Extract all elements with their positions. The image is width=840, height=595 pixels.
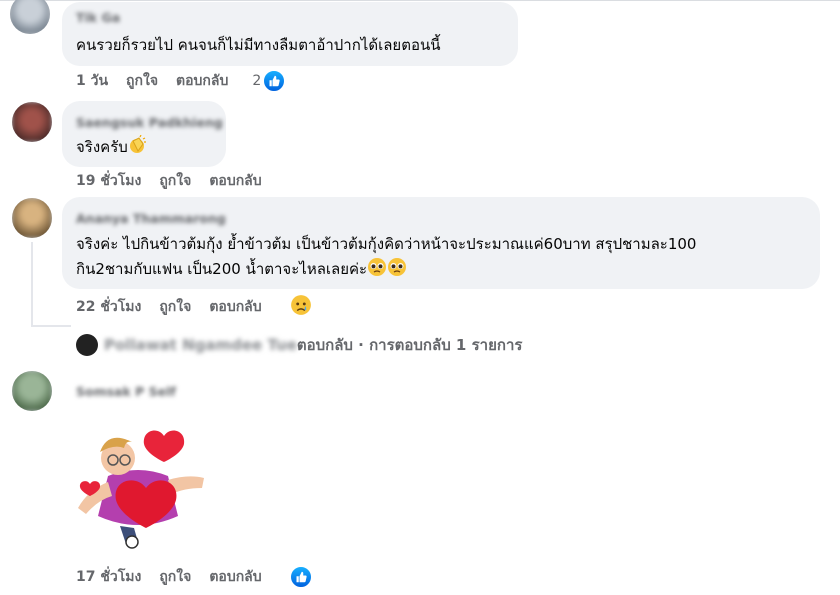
comment-author[interactable]: Ananya Thammarong — [76, 211, 808, 227]
sad-reaction-icon[interactable] — [290, 294, 312, 320]
like-reaction-icon[interactable] — [263, 70, 286, 92]
like-button[interactable]: ถูกใจ — [159, 566, 191, 588]
comment-actions: 17 ชั่วโมง ถูกใจ ตอบกลับ — [76, 566, 330, 588]
avatar[interactable] — [12, 198, 52, 238]
like-button[interactable]: ถูกใจ — [159, 296, 191, 318]
top-divider — [0, 0, 840, 1]
avatar-heart-sticker — [68, 418, 218, 550]
like-button[interactable]: ถูกใจ — [126, 70, 158, 92]
avatar[interactable] — [10, 0, 50, 34]
replier-name: Pollawat Ngamdee Tue — [104, 336, 297, 354]
thread-connector — [31, 325, 71, 327]
comment-time[interactable]: 19 ชั่วโมง — [76, 170, 141, 192]
avatar[interactable] — [12, 371, 52, 411]
comment-author[interactable]: Saengsuk Padkhieng — [76, 115, 223, 131]
comment-bubble: Ananya Thammarong จริงค่ะ ไปกินข้าวต้มกุ… — [62, 197, 820, 289]
comment-actions: 22 ชั่วโมง ถูกใจ ตอบกลับ — [76, 294, 330, 320]
reply-button[interactable]: ตอบกลับ — [209, 170, 261, 192]
avatar[interactable] — [12, 102, 52, 142]
replies-count-text[interactable]: ตอบกลับ · การตอบกลับ 1 รายการ — [297, 333, 523, 357]
pleading-face-icon — [387, 257, 407, 283]
comment-text: กิน2ชามกับแฟน เป็น200 น้ำตาจะไหลเลยค่ะ — [76, 260, 368, 278]
comment-text: คนรวยก็รวยไป คนจนก็ไม่มีทางลืมตาอ้าปากได… — [76, 36, 441, 54]
comment-text: จริงครับ — [76, 138, 128, 156]
comment-author[interactable]: Somsak P Self — [76, 384, 176, 400]
comment-time[interactable]: 22 ชั่วโมง — [76, 296, 141, 318]
view-replies-link[interactable]: Pollawat Ngamdee Tue ตอบกลับ · การตอบกลั… — [76, 330, 522, 360]
reply-button[interactable]: ตอบกลับ — [209, 566, 261, 588]
comment-actions: 1 วัน ถูกใจ ตอบกลับ 2 — [76, 70, 303, 92]
comment-time[interactable]: 1 วัน — [76, 70, 108, 92]
comment-bubble: Tik Ga คนรวยก็รวยไป คนจนก็ไม่มีทางลืมตาอ… — [62, 2, 518, 66]
reply-button[interactable]: ตอบกลับ — [176, 70, 228, 92]
reaction-count[interactable]: 2 — [252, 73, 261, 89]
comment-text: จริงค่ะ ไปกินข้าวต้มกุ้ง ย้ำข้าวต้ม เป็น… — [76, 235, 697, 253]
like-button[interactable]: ถูกใจ — [159, 170, 191, 192]
comment-actions: 19 ชั่วโมง ถูกใจ ตอบกลับ — [76, 170, 280, 192]
thread-connector — [31, 242, 33, 327]
pleading-face-icon — [367, 257, 387, 283]
comment-time[interactable]: 17 ชั่วโมง — [76, 566, 141, 588]
replier-avatar — [76, 334, 98, 356]
like-reaction-icon[interactable] — [289, 566, 312, 588]
comment-bubble: Saengsuk Padkhieng จริงครับ — [62, 101, 226, 167]
reply-button[interactable]: ตอบกลับ — [209, 296, 261, 318]
comment-author[interactable]: Tik Ga — [76, 10, 506, 26]
clapping-hands-icon — [128, 134, 148, 161]
